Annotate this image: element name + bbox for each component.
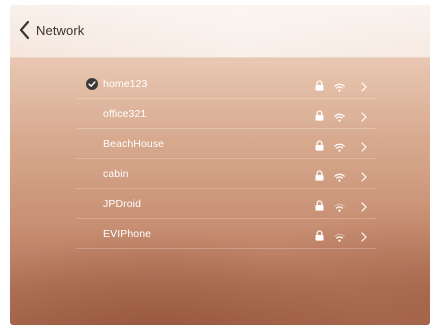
- network-name: BeachHouse: [103, 137, 165, 150]
- network-name: home123: [103, 77, 148, 90]
- network-name: office321: [103, 107, 147, 120]
- network-status-icons: [315, 99, 367, 128]
- lock-icon: [315, 198, 324, 211]
- network-status-icons: [315, 219, 367, 248]
- chevron-right-icon[interactable]: [361, 169, 367, 182]
- network-row[interactable]: cabin: [76, 159, 376, 189]
- lock-icon: [315, 228, 324, 241]
- network-name: cabin: [103, 167, 129, 180]
- network-status-icons: [315, 69, 367, 98]
- lock-icon: [315, 108, 324, 121]
- network-status-icons: [315, 159, 367, 188]
- chevron-right-icon[interactable]: [361, 139, 367, 152]
- network-name: JPDroid: [103, 197, 142, 210]
- wifi-icon: [334, 139, 345, 152]
- chevron-right-icon[interactable]: [361, 199, 367, 212]
- network-status-icons: [315, 129, 367, 158]
- network-row[interactable]: office321: [76, 99, 376, 129]
- wifi-icon: [334, 79, 345, 92]
- chevron-right-icon[interactable]: [361, 79, 367, 92]
- wifi-icon: [334, 109, 345, 122]
- chevron-right-icon[interactable]: [361, 109, 367, 122]
- header-bar: Network: [10, 5, 430, 57]
- wifi-icon: [334, 199, 345, 212]
- lock-icon: [315, 78, 324, 91]
- lock-icon: [315, 168, 324, 181]
- wifi-icon: [334, 169, 345, 182]
- checkmark-circle-icon: [86, 77, 98, 90]
- network-row[interactable]: home123: [76, 69, 376, 99]
- chevron-right-icon[interactable]: [361, 229, 367, 242]
- network-status-icons: [315, 189, 367, 218]
- network-row[interactable]: BeachHouse: [76, 129, 376, 159]
- page-title: Network: [36, 22, 85, 38]
- network-row[interactable]: EVIPhone: [76, 219, 376, 249]
- lock-icon: [315, 138, 324, 151]
- back-button[interactable]: Network: [18, 19, 84, 41]
- network-settings-screen: Network home123 office321 BeachHouse cabin J…: [10, 5, 430, 325]
- chevron-left-icon: [18, 20, 31, 40]
- network-name: EVIPhone: [103, 227, 152, 240]
- wifi-icon: [334, 229, 345, 242]
- network-row[interactable]: JPDroid: [76, 189, 376, 219]
- network-list: home123 office321 BeachHouse cabin JPDroid EV…: [76, 69, 376, 249]
